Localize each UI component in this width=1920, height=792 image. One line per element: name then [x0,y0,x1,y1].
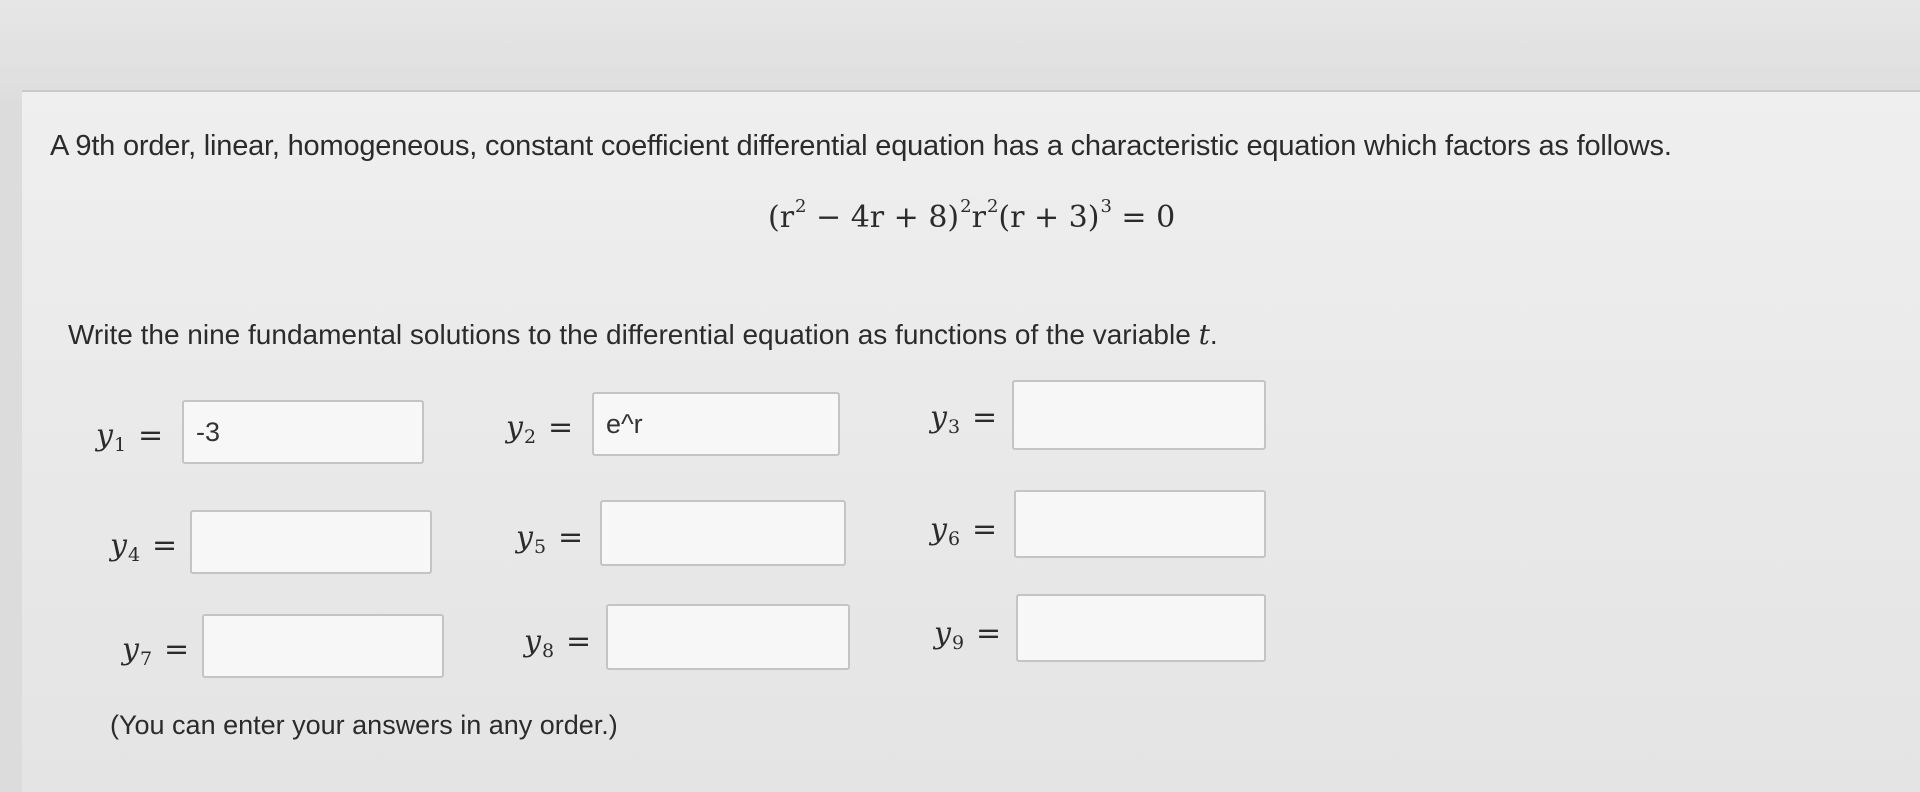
answer-order-note: (You can enter your answers in any order… [110,710,618,740]
question-text: A 9th order, linear, homogeneous, consta… [50,130,1672,162]
y3-input[interactable] [1012,380,1266,450]
y5-input[interactable] [600,500,846,566]
y8-label: y8 = [524,624,592,662]
equation-part: r [971,200,986,235]
y3-label: y3 = [930,400,998,438]
equation-power: 2 [960,196,972,217]
instruction-variable: t [1198,318,1210,351]
equation-power: 3 [1100,196,1112,217]
y6-label: y6 = [930,512,998,550]
equation-part: (r [768,200,795,235]
equation-part: − 4r + 8) [806,200,960,235]
y8-input[interactable] [606,604,850,670]
y6-input[interactable] [1014,490,1266,558]
y4-input[interactable] [190,510,432,574]
y7-input[interactable] [202,614,444,678]
characteristic-equation: (r2 − 4r + 8)2r2(r + 3)3 = 0 [768,196,1175,235]
y7-label: y7 = [122,632,190,670]
equation-part: (r + 3) [998,200,1100,235]
y9-label: y9 = [934,616,1002,654]
top-band [0,0,1920,100]
y1-label: y1 = [96,418,164,456]
y2-label: y2 = [506,410,574,448]
y9-input[interactable] [1016,594,1266,662]
instruction-text: Write the nine fundamental solutions to … [68,318,1218,351]
instruction-suffix: . [1209,319,1218,350]
y5-label: y5 = [516,520,584,558]
y1-input[interactable] [182,400,424,464]
equation-part: = 0 [1111,200,1176,235]
equation-power: 2 [986,196,999,217]
y2-input[interactable] [592,392,840,456]
y4-label: y4 = [110,528,178,566]
equation-power: 2 [795,196,807,217]
instruction-prefix: Write the nine fundamental solutions to … [68,319,1191,350]
